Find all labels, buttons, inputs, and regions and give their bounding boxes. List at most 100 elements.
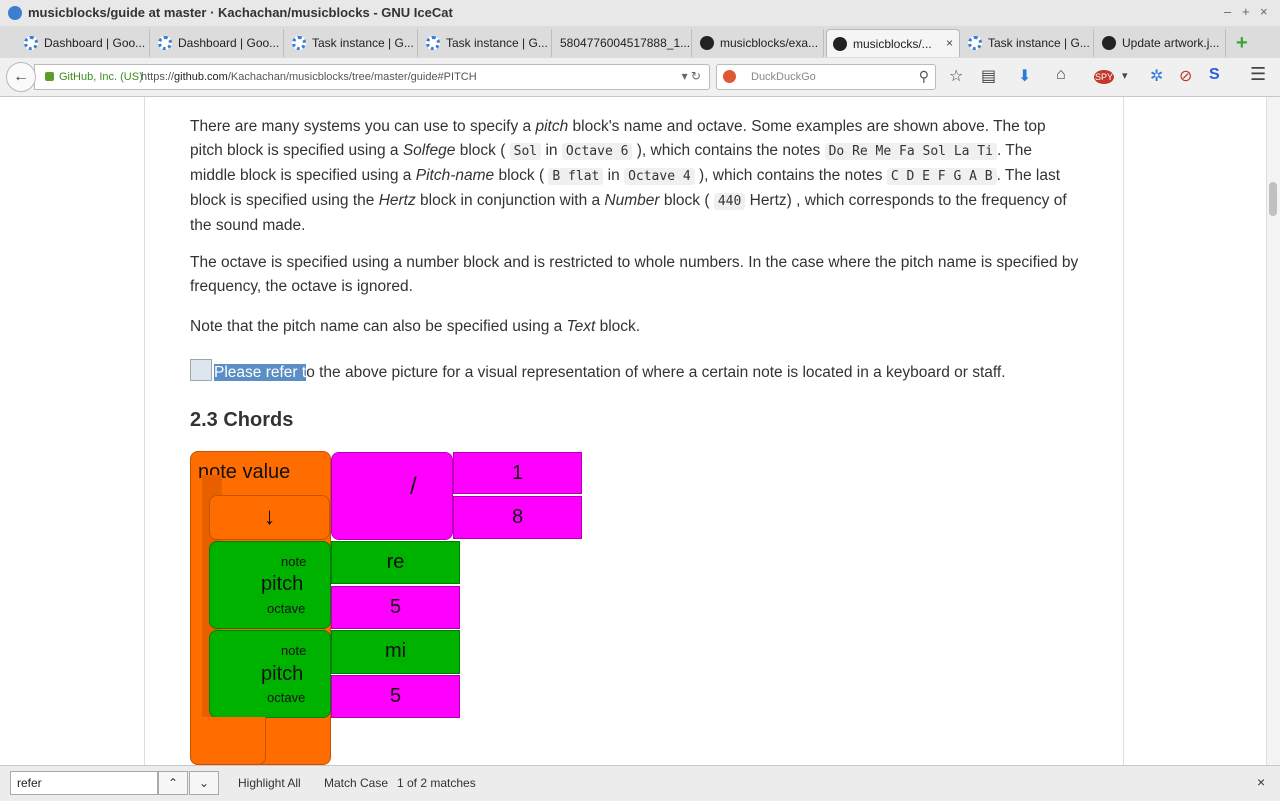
window-title: musicblocks/guide at master · Kachachan/… xyxy=(28,5,453,20)
broken-image-icon xyxy=(190,359,212,381)
find-previous-button[interactable]: ⌃ xyxy=(158,771,188,795)
search-input[interactable]: DuckDuckGo xyxy=(751,71,816,83)
tab-musicblocks-guide[interactable]: musicblocks/... × xyxy=(826,29,960,57)
find-next-button[interactable]: ⌄ xyxy=(189,771,219,795)
network-extension-icon[interactable]: ✲ xyxy=(1150,66,1163,86)
gear-icon xyxy=(292,36,306,50)
github-icon xyxy=(700,36,714,50)
content-border-left xyxy=(144,97,145,765)
window-close-button[interactable]: × xyxy=(1260,4,1268,19)
text-block-paragraph: Note that the pitch name can also be spe… xyxy=(190,315,1080,339)
scrollbar-thumb[interactable] xyxy=(1269,182,1277,216)
pitch-label: pitch xyxy=(261,573,304,595)
search-bar[interactable]: DuckDuckGo ⚲ xyxy=(716,64,936,90)
text: block. xyxy=(595,318,641,335)
inline-code: Octave 6 xyxy=(561,143,633,160)
tab-musicblocks-examples[interactable]: musicblocks/exa... xyxy=(694,29,824,57)
emphasis: Text xyxy=(566,318,596,335)
note-name-block-mi: mi xyxy=(331,630,460,674)
text: in xyxy=(603,167,625,184)
reload-icon[interactable]: ▾ ↻ xyxy=(682,69,701,83)
blocker-extension-icon[interactable]: ⊘ xyxy=(1179,66,1192,86)
inline-code: B flat xyxy=(548,168,604,185)
pitch-note-label: note xyxy=(281,643,307,658)
s-extension-icon[interactable]: S xyxy=(1209,66,1220,84)
gear-icon xyxy=(158,36,172,50)
emphasis: pitch xyxy=(535,118,569,135)
gear-icon xyxy=(426,36,440,50)
github-icon xyxy=(833,36,847,51)
note-name-block-re: re xyxy=(331,541,460,584)
page-content: There are many systems you can use to sp… xyxy=(0,97,1266,765)
text: There are many systems you can use to sp… xyxy=(190,118,536,135)
download-icon[interactable]: ⬇ xyxy=(1018,66,1031,86)
tab-label: Task instance | G... xyxy=(312,36,414,50)
tab-label: musicblocks/exa... xyxy=(720,36,819,50)
text: ), which contains the notes xyxy=(632,142,825,159)
find-bar: refer ⌃ ⌄ Highlight All Match Case 1 of … xyxy=(0,765,1280,801)
inline-code: C D E F G A B xyxy=(886,168,997,185)
tab-label: musicblocks/... xyxy=(853,36,932,51)
text: block ( xyxy=(455,142,510,159)
emphasis: Number xyxy=(604,192,660,209)
find-status: 1 of 2 matches xyxy=(397,776,476,790)
bookmark-star-icon[interactable]: ☆ xyxy=(949,66,963,86)
back-button[interactable]: ← xyxy=(6,62,36,92)
home-icon[interactable]: ⌂ xyxy=(1056,66,1066,84)
maximize-button[interactable]: + xyxy=(1242,4,1250,19)
tab-task-instance-3[interactable]: Task instance | G... xyxy=(962,29,1094,57)
chevron-down-icon[interactable]: ▾ xyxy=(1122,69,1128,82)
minimize-button[interactable]: – xyxy=(1224,4,1231,19)
emphasis: Solfege xyxy=(402,142,456,159)
url-bar[interactable]: GitHub, Inc. (US) https://github.com/Kac… xyxy=(34,64,710,90)
tab-label: Update artwork.j... xyxy=(1122,36,1220,50)
gear-icon xyxy=(24,36,38,50)
octave-paragraph: The octave is specified using a number b… xyxy=(190,254,1079,295)
number-block-8: 8 xyxy=(453,496,582,539)
lock-icon xyxy=(45,72,54,81)
pitch-systems-paragraph: There are many systems you can use to sp… xyxy=(190,115,1080,238)
tab-dashboard-1[interactable]: Dashboard | Goo... xyxy=(18,29,150,57)
window-titlebar: musicblocks/guide at master · Kachachan/… xyxy=(0,0,1280,26)
flow-arrow-block: ↓ xyxy=(209,495,330,540)
tab-label: Task instance | G... xyxy=(988,36,1090,50)
tab-label: Dashboard | Goo... xyxy=(178,36,280,50)
text: block ( xyxy=(494,167,549,184)
url-text[interactable]: https://github.com/Kachachan/musicblocks… xyxy=(141,71,477,83)
match-case-toggle[interactable]: Match Case xyxy=(324,776,388,790)
site-identity[interactable]: GitHub, Inc. (US) xyxy=(59,71,143,83)
text: in xyxy=(541,142,562,159)
tab-image-file[interactable]: 5804776004517888_1... xyxy=(554,29,692,57)
tab-task-instance-2[interactable]: Task instance | G... xyxy=(420,29,552,57)
inline-code: Sol xyxy=(509,143,542,160)
highlight-all-toggle[interactable]: Highlight All xyxy=(238,776,301,790)
spy-extension-icon[interactable]: SPY xyxy=(1094,70,1115,84)
tab-label: 5804776004517888_1... xyxy=(560,36,691,50)
find-highlight: Please refer t xyxy=(214,364,307,381)
new-tab-button[interactable]: + xyxy=(1236,32,1248,55)
pitch-label: pitch xyxy=(261,663,304,685)
tab-update-artwork[interactable]: Update artwork.j... xyxy=(1096,29,1226,57)
text: o the above picture for a visual represe… xyxy=(306,364,1006,381)
url-prefix: https:// xyxy=(141,71,175,83)
reader-list-icon[interactable]: ▤ xyxy=(981,66,996,86)
text: Note that the pitch name can also be spe… xyxy=(190,318,567,335)
divide-block xyxy=(331,452,453,540)
tab-dashboard-2[interactable]: Dashboard | Goo... xyxy=(152,29,284,57)
find-close-icon[interactable]: × xyxy=(1257,774,1265,790)
inline-code: Do Re Me Fa Sol La Ti xyxy=(824,143,997,160)
pitch-note-label: note xyxy=(281,554,307,569)
tab-label: Task instance | G... xyxy=(446,36,548,50)
search-icon[interactable]: ⚲ xyxy=(919,68,929,85)
tab-task-instance-1[interactable]: Task instance | G... xyxy=(286,29,418,57)
chords-heading[interactable]: 2.3 Chords xyxy=(190,409,293,432)
find-input[interactable]: refer xyxy=(10,771,158,795)
tab-close-icon[interactable]: × xyxy=(946,36,953,50)
menu-icon[interactable]: ☰ xyxy=(1250,64,1266,85)
tab-label: Dashboard | Goo... xyxy=(44,36,146,50)
icecat-app-icon xyxy=(8,6,22,20)
content-border-right xyxy=(1123,97,1124,765)
duckduckgo-icon xyxy=(723,70,736,83)
octave-number-block-2: 5 xyxy=(331,675,460,718)
github-icon xyxy=(1102,36,1116,50)
